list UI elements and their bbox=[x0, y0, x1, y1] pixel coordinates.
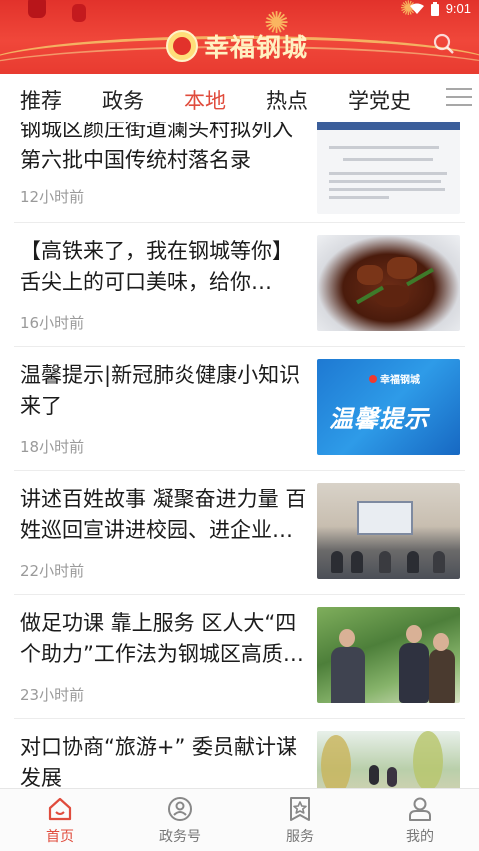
home-icon bbox=[48, 797, 72, 821]
news-time: 12小时前 bbox=[20, 188, 85, 206]
news-title: 钢城区颜庄街道澜头村拟列入第六批中国传统村落名录 bbox=[20, 122, 293, 172]
app-header: ✺ ✺ 9:01 幸福钢城 bbox=[0, 0, 479, 74]
gov-account-icon bbox=[168, 797, 192, 821]
news-title: 温馨提示|新冠肺炎健康小知识来了 bbox=[20, 363, 301, 418]
banner-warm-tips-text: 温馨提示 bbox=[329, 405, 429, 433]
news-time: 22小时前 bbox=[20, 562, 85, 580]
news-time: 18小时前 bbox=[20, 438, 85, 456]
greenhouse-visit-image bbox=[317, 607, 460, 703]
nav-home[interactable]: 首页 bbox=[20, 795, 100, 846]
nav-profile-label: 我的 bbox=[406, 829, 434, 845]
news-item[interactable]: 对口协商“旅游+” 委员献计谋发展 bbox=[14, 719, 465, 788]
nav-gov-account-label: 政务号 bbox=[159, 829, 201, 845]
brand-emblem-icon bbox=[166, 30, 198, 62]
nav-service-label: 服务 bbox=[286, 829, 314, 845]
news-item[interactable]: 【高铁来了，我在钢城等你】舌尖上的可口美味，给你… 16小时前 bbox=[14, 223, 465, 347]
app-screen: ✺ ✺ 9:01 幸福钢城 推荐 政务 本地 热点 学党史 钢城区颜庄街道澜头村… bbox=[0, 0, 479, 851]
warm-tips-banner: 幸福钢城 温馨提示 bbox=[317, 359, 460, 455]
nav-home-label: 首页 bbox=[46, 829, 74, 845]
food-dish-image bbox=[317, 235, 460, 331]
banner-brand-logo: 幸福钢城 bbox=[369, 371, 420, 386]
tab-local[interactable]: 本地 bbox=[184, 85, 226, 115]
nav-service[interactable]: 服务 bbox=[260, 795, 340, 846]
tab-government[interactable]: 政务 bbox=[102, 85, 144, 115]
news-list: 钢城区颜庄街道澜头村拟列入第六批中国传统村落名录 12小时前 【高铁来了，我在钢… bbox=[0, 122, 479, 788]
wifi-icon bbox=[409, 3, 424, 14]
news-time: 16小时前 bbox=[20, 314, 85, 332]
news-item[interactable]: 讲述百姓故事 凝聚奋进力量 百姓巡回宣讲进校园、进企业… 22小时前 bbox=[14, 471, 465, 595]
nav-profile[interactable]: 我的 bbox=[380, 795, 460, 846]
channel-menu-icon[interactable] bbox=[446, 88, 472, 108]
tab-party-history[interactable]: 学党史 bbox=[348, 85, 411, 115]
tab-hot[interactable]: 热点 bbox=[266, 85, 308, 115]
news-title: 【高铁来了，我在钢城等你】舌尖上的可口美味，给你… bbox=[20, 239, 293, 294]
profile-icon bbox=[409, 797, 431, 821]
tab-recommend[interactable]: 推荐 bbox=[20, 85, 62, 115]
park-tour-image bbox=[317, 731, 460, 788]
news-item[interactable]: 钢城区颜庄街道澜头村拟列入第六批中国传统村落名录 12小时前 bbox=[14, 122, 465, 223]
service-star-icon bbox=[290, 797, 310, 821]
news-item[interactable]: 温馨提示|新冠肺炎健康小知识来了 18小时前 幸福钢城 温馨提示 bbox=[14, 347, 465, 471]
status-bar: 9:01 bbox=[409, 1, 471, 16]
status-time: 9:01 bbox=[445, 1, 471, 16]
search-icon[interactable] bbox=[433, 33, 455, 55]
news-title: 做足功课 靠上服务 区人大“四个助力”工作法为钢城区高质量… bbox=[20, 611, 297, 666]
lantern-decoration-2 bbox=[72, 4, 86, 22]
brand-logo: 幸福钢城 bbox=[166, 28, 308, 64]
meeting-room-image bbox=[317, 483, 460, 579]
document-notice-image bbox=[317, 122, 460, 214]
brand-title: 幸福钢城 bbox=[204, 33, 309, 62]
nav-gov-account[interactable]: 政务号 bbox=[140, 795, 220, 846]
bottom-navigation: 首页 政务号 服务 我的 bbox=[0, 788, 479, 851]
battery-icon bbox=[430, 1, 439, 16]
news-title: 对口协商“旅游+” 委员献计谋发展 bbox=[20, 735, 298, 788]
news-item[interactable]: 做足功课 靠上服务 区人大“四个助力”工作法为钢城区高质量… 23小时前 bbox=[14, 595, 465, 719]
news-title: 讲述百姓故事 凝聚奋进力量 百姓巡回宣讲进校园、进企业… bbox=[20, 487, 307, 542]
news-time: 23小时前 bbox=[20, 686, 85, 704]
lantern-decoration bbox=[28, 0, 46, 18]
channel-tabs: 推荐 政务 本地 热点 学党史 bbox=[0, 74, 479, 122]
